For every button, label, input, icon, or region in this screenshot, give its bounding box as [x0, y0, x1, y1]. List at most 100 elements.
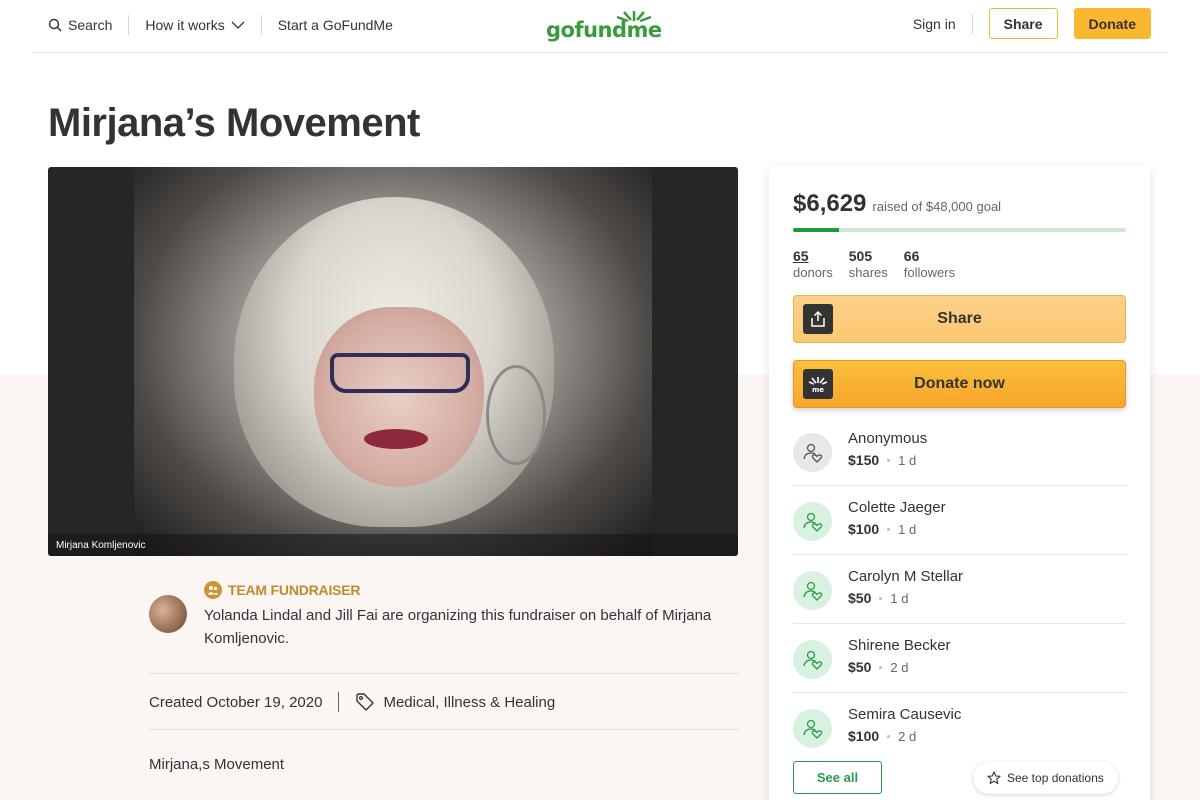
hero-caption: Mirjana Komljenovic	[56, 540, 146, 551]
nav-left: Search How it works Start a GoFundMe	[48, 14, 393, 36]
nav-divider	[260, 15, 262, 35]
search-icon	[48, 18, 62, 32]
donors-count: 65	[793, 248, 809, 264]
divider	[149, 673, 739, 674]
donation-item: Anonymous $150 1 d	[793, 417, 1126, 486]
donor-heart-icon	[802, 581, 822, 601]
hero-caption-bar	[48, 534, 738, 556]
donor-heart-icon	[802, 443, 822, 463]
donor-avatar	[793, 502, 832, 541]
donation-item: Shirene Becker $50 2 d	[793, 624, 1126, 693]
donation-item: Semira Causevic $100 2 d	[793, 693, 1126, 762]
donation-details: $50 2 d	[848, 659, 908, 675]
see-all-button[interactable]: See all	[793, 761, 882, 794]
shares-label: shares	[848, 265, 888, 280]
hero-photo-lips	[364, 429, 428, 449]
donor-avatar	[793, 709, 832, 748]
created-date: Created October 19, 2020	[149, 693, 323, 711]
shares-count: 505	[848, 248, 873, 264]
how-it-works-label: How it works	[145, 17, 225, 33]
donation-details: $50 1 d	[848, 590, 908, 606]
gofundme-me-icon: me	[803, 369, 833, 399]
followers-count: 66	[903, 248, 920, 264]
donation-item: Colette Jaeger $100 1 d	[793, 486, 1126, 555]
hero-photo	[134, 167, 652, 556]
stat-donors[interactable]: 65 donors	[793, 248, 833, 281]
donor-name: Semira Causevic	[848, 706, 962, 723]
donation-details: $150 1 d	[848, 452, 916, 468]
stats-row: 65 donors 505 shares 66 followers	[793, 248, 971, 281]
star-icon	[987, 771, 1001, 785]
donation-time: 1 d	[890, 590, 909, 606]
raised-goal: raised of $48,000 goal	[872, 199, 1002, 214]
how-it-works-dropdown[interactable]: How it works	[145, 17, 245, 33]
donation-amount: $50	[848, 659, 872, 675]
donate-now-button[interactable]: me Donate now	[793, 360, 1126, 408]
hero-photo-face	[314, 307, 484, 487]
nav-divider	[128, 15, 130, 35]
progress-fill	[793, 228, 839, 232]
share-button-label: Share	[937, 310, 982, 327]
donation-amount: $150	[848, 452, 880, 468]
donation-item: Carolyn M Stellar $50 1 d	[793, 555, 1126, 624]
share-icon	[803, 304, 833, 334]
category-link[interactable]: Medical, Illness & Healing	[383, 694, 555, 711]
see-top-label: See top donations	[1007, 771, 1104, 785]
donor-heart-icon	[802, 650, 822, 670]
story-text: Mirjana,s Movement	[149, 756, 285, 773]
donor-avatar	[793, 433, 832, 472]
dot-separator	[887, 458, 891, 462]
team-fundraiser-label: TEAM FUNDRAISER	[228, 582, 361, 598]
tag-icon	[355, 692, 375, 712]
hero-photo-earring	[486, 365, 546, 465]
nav-right: Sign in Share Donate	[913, 8, 1151, 39]
donor-name: Anonymous	[848, 430, 928, 447]
top-nav: Search How it works Start a GoFundMe gof…	[32, 0, 1168, 53]
raised-amount: $6,629	[793, 190, 867, 217]
donate-button-header[interactable]: Donate	[1073, 8, 1151, 39]
raised-summary: $6,629 raised of $48,000 goal	[793, 190, 1001, 218]
donation-time: 2 d	[898, 728, 917, 744]
share-button[interactable]: Share	[793, 295, 1126, 343]
gofundme-logo[interactable]: gofundme	[546, 8, 662, 42]
chevron-down-icon	[231, 21, 245, 30]
dot-separator	[887, 527, 891, 531]
logo-text: gofundme	[546, 18, 662, 42]
dot-separator	[887, 734, 891, 738]
donation-amount: $100	[848, 728, 880, 744]
donation-amount: $50	[848, 590, 872, 606]
donors-label: donors	[793, 265, 833, 280]
nav-divider	[971, 13, 973, 34]
donor-name: Carolyn M Stellar	[848, 568, 964, 585]
donor-name: Colette Jaeger	[848, 499, 946, 516]
search-link[interactable]: Search	[48, 17, 112, 33]
donor-heart-icon	[802, 719, 822, 739]
stat-followers: 66 followers	[904, 248, 955, 281]
share-button-header[interactable]: Share	[988, 8, 1058, 39]
donation-time: 1 d	[898, 521, 917, 537]
donation-details: $100 1 d	[848, 521, 916, 537]
dot-separator	[879, 665, 883, 669]
search-label: Search	[68, 17, 113, 33]
progress-bar	[793, 228, 1126, 232]
donate-now-label: Donate now	[914, 375, 1005, 392]
donation-amount: $100	[848, 521, 880, 537]
see-top-donations-button[interactable]: See top donations	[973, 762, 1118, 794]
donation-time: 1 d	[898, 452, 917, 468]
meta-divider	[338, 692, 340, 712]
sign-in-link[interactable]: Sign in	[913, 16, 956, 32]
organizer-description: Yolanda Lindal and Jill Fai are organizi…	[204, 607, 712, 647]
svg-text:me: me	[812, 386, 824, 393]
donor-avatar	[793, 571, 832, 610]
donation-time: 2 d	[890, 659, 909, 675]
divider	[149, 729, 739, 730]
organizer-avatar[interactable]	[149, 595, 187, 633]
team-fundraiser-badge: TEAM FUNDRAISER	[204, 580, 361, 600]
hero-photo-glasses	[330, 353, 470, 393]
campaign-hero-image[interactable]: Mirjana Komljenovic	[48, 167, 738, 556]
team-icon	[204, 581, 222, 599]
donation-details: $100 2 d	[848, 728, 916, 744]
start-gofundme-link[interactable]: Start a GoFundMe	[278, 17, 393, 33]
donation-card: $6,629 raised of $48,000 goal 65 donors …	[769, 166, 1150, 800]
donor-name: Shirene Becker	[848, 637, 951, 654]
